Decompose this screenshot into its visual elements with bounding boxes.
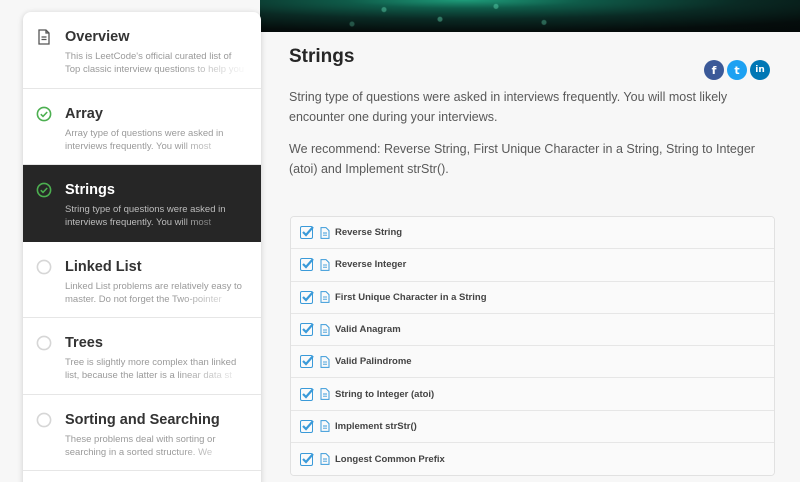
question-row[interactable]: Implement strStr(): [291, 410, 774, 444]
recommend-paragraph: We recommend: Reverse String, First Uniq…: [289, 142, 755, 176]
document-icon: [320, 226, 330, 239]
question-title[interactable]: Longest Common Prefix: [335, 454, 445, 465]
sidebar-item-array[interactable]: Array Array type of questions were asked …: [23, 89, 261, 165]
sidebar-item-sorting-and-searching[interactable]: Sorting and Searching These problems deal…: [23, 395, 261, 471]
sidebar-item-description: These problems deal with sorting or sear…: [65, 433, 249, 459]
sidebar-item-trees[interactable]: Trees Tree is slightly more complex than …: [23, 318, 261, 395]
question-title[interactable]: String to Integer (atoi): [335, 389, 434, 400]
sidebar-item-linked-list[interactable]: Linked List Linked List problems are rela…: [23, 242, 261, 318]
sidebar-item-title: Overview: [65, 29, 130, 45]
checkbox-checked-icon[interactable]: [300, 387, 314, 401]
sidebar-item-title: Linked List: [65, 258, 142, 275]
question-title[interactable]: Reverse String: [335, 227, 402, 238]
checkbox-checked-icon[interactable]: [300, 355, 314, 369]
question-row[interactable]: First Unique Character in a String: [291, 281, 774, 314]
empty-circle-icon: [36, 259, 52, 275]
checkbox-checked-icon[interactable]: [300, 226, 314, 240]
sidebar-item-title: Strings: [65, 182, 115, 198]
question-title[interactable]: Valid Anagram: [335, 324, 401, 335]
question-row[interactable]: Reverse String: [291, 217, 774, 250]
checkbox-checked-icon[interactable]: [300, 290, 314, 304]
question-row[interactable]: String to Integer (atoi): [291, 378, 774, 411]
intro-paragraph: String type of questions were asked in i…: [289, 90, 728, 124]
sidebar-item-description: String type of questions were asked in i…: [65, 203, 249, 229]
question-row[interactable]: Longest Common Prefix: [291, 443, 774, 476]
sidebar-item-title: Array: [65, 105, 103, 122]
check-circle-icon: [36, 106, 52, 122]
twitter-share-button[interactable]: t: [727, 60, 747, 80]
question-title[interactable]: Valid Palindrome: [335, 356, 412, 367]
question-row[interactable]: Reverse Integer: [291, 249, 774, 282]
sidebar: Overview This is LeetCode's official cura…: [23, 12, 261, 482]
sidebar-item-description: This is LeetCode's official curated list…: [65, 50, 249, 76]
sidebar-item-strings[interactable]: Strings String type of questions were ask…: [23, 165, 261, 242]
empty-circle-icon: [36, 335, 52, 351]
question-list: Reverse String Reverse Integer First Uniqu…: [290, 216, 775, 477]
linkedin-share-button[interactable]: in: [750, 60, 770, 80]
sidebar-item-description: Array type of questions were asked in in…: [65, 127, 249, 153]
document-icon: [320, 259, 330, 271]
facebook-share-button[interactable]: f: [704, 60, 724, 80]
question-title[interactable]: Reverse Integer: [335, 259, 406, 270]
document-icon: [320, 388, 330, 401]
sidebar-item-description: Linked List problems are relatively easy…: [65, 280, 249, 306]
document-icon: [320, 453, 330, 466]
document-icon: [320, 420, 330, 433]
question-title[interactable]: Implement strStr(): [335, 421, 417, 432]
document-icon: [36, 29, 52, 45]
checkbox-checked-icon[interactable]: [300, 258, 314, 272]
question-title[interactable]: First Unique Character in a String: [335, 292, 487, 303]
share-buttons: f t in: [704, 60, 770, 80]
sidebar-item-overview[interactable]: Overview This is LeetCode's official cura…: [23, 12, 261, 89]
page-title: Strings: [289, 46, 355, 67]
checkbox-checked-icon[interactable]: [300, 419, 314, 433]
sidebar-item-description: Tree is slightly more complex than linke…: [65, 356, 249, 382]
sidebar-item-title: Trees: [65, 335, 103, 351]
document-icon: [320, 291, 330, 304]
question-row[interactable]: Valid Anagram: [291, 313, 774, 347]
document-icon: [320, 355, 330, 368]
check-circle-icon: [36, 182, 52, 198]
checkbox-checked-icon[interactable]: [300, 452, 314, 466]
question-row[interactable]: Valid Palindrome: [291, 346, 774, 379]
empty-circle-icon: [36, 412, 52, 428]
document-icon: [320, 323, 330, 336]
checkbox-checked-icon[interactable]: [300, 323, 314, 337]
sidebar-item-title: Sorting and Searching: [65, 411, 220, 428]
